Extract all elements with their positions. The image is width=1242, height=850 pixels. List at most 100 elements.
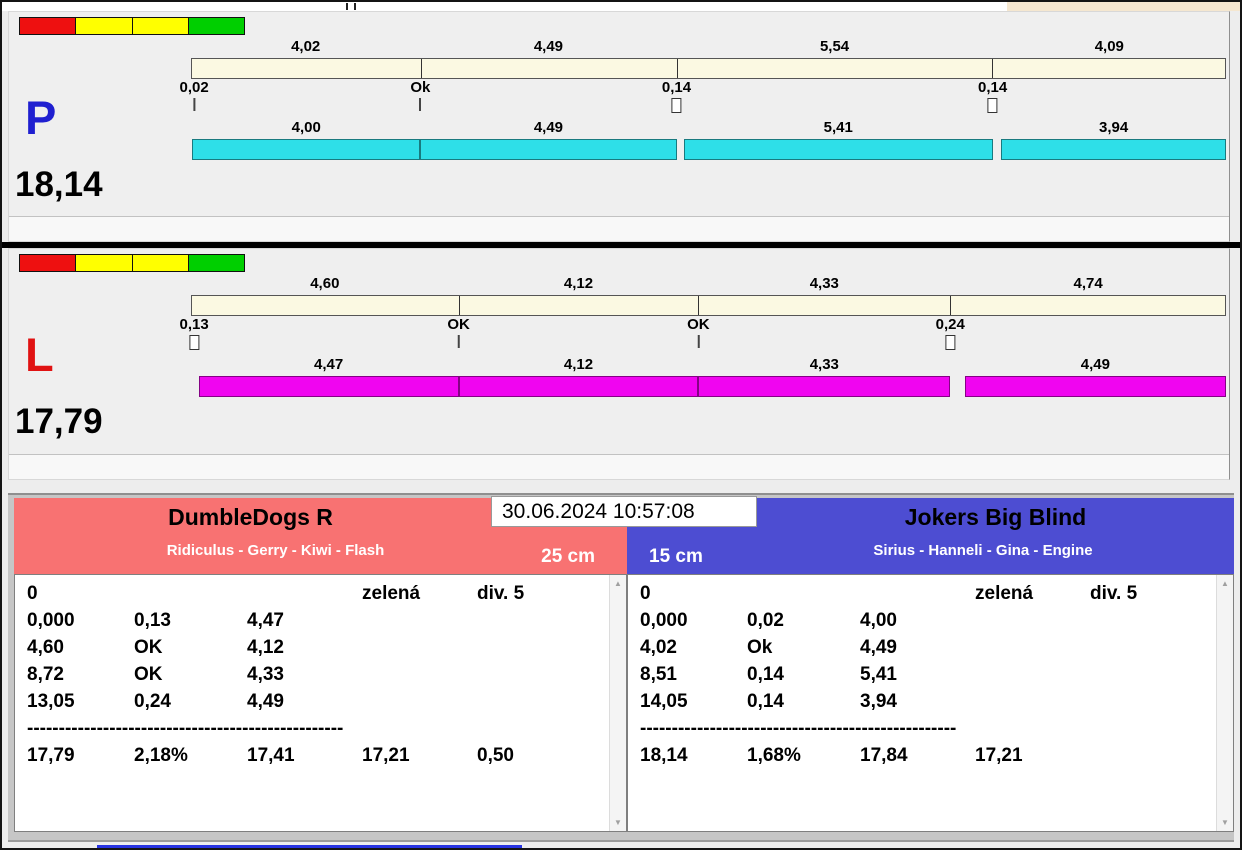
log-separator: ----------------------------------------…: [640, 718, 957, 739]
clean-split-labels: 4,00 4,49 5,41 3,94: [191, 119, 1226, 137]
log-cell: 3,94: [860, 691, 897, 712]
log-row: 8,51 0,14 5,41: [640, 664, 1233, 691]
lane-panel-l: L 17,79 4,60 4,12 4,33 4,74 0,13 OK OK 0…: [8, 248, 1230, 480]
app-window: P 18,14 4,02 4,49 5,54 4,09 0,02 Ok 0,14…: [0, 0, 1242, 850]
log-summary-row: 18,14 1,68% 17,84 17,21: [640, 745, 1233, 772]
log-cell: [477, 610, 626, 637]
titlebar-tick: [354, 3, 356, 10]
panel-footer-strip: [9, 216, 1229, 241]
log-cell: 4,49: [247, 691, 284, 712]
log-cell: 4,33: [247, 664, 284, 685]
split-time-label: 4,47: [313, 356, 344, 373]
log-cell: 17,79: [27, 745, 75, 766]
panel-footer-strip: [9, 454, 1229, 479]
log-cell: 2,18%: [134, 745, 188, 766]
log-cell: [1090, 691, 1233, 718]
team-panel-right: Jokers Big Blind Sirius - Hanneli - Gina…: [627, 498, 1234, 832]
log-cell: 0,14: [747, 691, 784, 712]
team-height-class: 25 cm: [541, 546, 595, 567]
log-cell: zelená: [362, 583, 421, 604]
actual-bar-segment: [192, 296, 459, 315]
log-cell: [362, 610, 477, 637]
lane-total-time: 18,14: [15, 165, 103, 204]
log-row: 0,000 0,02 4,00: [640, 610, 1233, 637]
run-log-right[interactable]: 0 zelená div. 5 0,000 0,02 4,00 4,02 Ok 4,49 8,51…: [627, 574, 1234, 832]
fault-mark-glyph: [193, 98, 196, 111]
datetime-display: 30.06.2024 10:57:08: [491, 496, 757, 527]
log-cell: 18,14: [640, 745, 688, 766]
scroll-down-icon[interactable]: ▼: [1217, 814, 1233, 831]
split-time-label: 5,41: [823, 119, 853, 136]
split-time-label: 4,60: [310, 275, 340, 292]
fault-mark-glyph: [189, 335, 200, 350]
log-cell: 4,60: [27, 637, 64, 658]
split-time-label: 4,74: [1073, 275, 1103, 292]
clean-split-labels: 4,47 4,12 4,33 4,49: [191, 356, 1226, 374]
log-cell: OK: [134, 637, 163, 658]
split-time-label: 5,54: [819, 38, 850, 55]
scroll-up-icon[interactable]: ▲: [610, 575, 626, 592]
log-row: 4,02 Ok 4,49: [640, 637, 1233, 664]
log-row: 4,60 OK 4,12: [27, 637, 626, 664]
split-time-label: 4,49: [533, 119, 564, 136]
actual-bar-segment: [698, 296, 949, 315]
split-time-label: 4,33: [809, 356, 839, 373]
log-cell: 0,13: [134, 610, 171, 631]
log-summary-row: 17,79 2,18% 17,41 17,21 0,50: [27, 745, 626, 772]
split-time-label: 4,33: [809, 275, 839, 292]
clean-bar-segment: [964, 376, 1226, 397]
log-cell: [477, 664, 626, 691]
log-cell: 4,12: [247, 637, 284, 658]
log-cell: 5,41: [860, 664, 897, 685]
log-cell: [1090, 664, 1233, 691]
log-cell: zelená: [975, 583, 1034, 604]
actual-bar-segment: [992, 59, 1225, 78]
actual-bar-segment: [420, 59, 677, 78]
log-rows: 0 zelená div. 5 0,000 0,13 4,47 4,60 OK 4,12 8,72…: [27, 583, 626, 718]
split-time-label: 4,12: [563, 275, 594, 292]
team-members: Sirius - Hanneli - Gina - Engine: [873, 542, 1093, 559]
log-cell: 0: [27, 583, 38, 604]
fault-mark: Ok: [410, 79, 430, 111]
log-row: 13,05 0,24 4,49: [27, 691, 626, 718]
run-log-left[interactable]: 0 zelená div. 5 0,000 0,13 4,47 4,60 OK 4,12 8,72…: [14, 574, 627, 832]
log-cell: 4,49: [860, 637, 897, 658]
log-cell: [975, 637, 1090, 664]
vertical-scrollbar[interactable]: ▲ ▼: [609, 575, 626, 831]
fault-mark: 0,14: [978, 79, 1007, 113]
scroll-up-icon[interactable]: ▲: [1217, 575, 1233, 592]
log-row: 14,05 0,14 3,94: [640, 691, 1233, 718]
log-cell: [747, 583, 860, 610]
log-cell: 4,47: [247, 610, 284, 631]
fault-marks-row: 0,02 Ok 0,14 0,14: [179, 79, 1226, 117]
scroll-down-icon[interactable]: ▼: [610, 814, 626, 831]
log-row: 0 zelená div. 5: [27, 583, 626, 610]
results-footer: DumbleDogs R Ridiculus - Gerry - Kiwi - …: [8, 493, 1234, 842]
team-height-class: 15 cm: [649, 546, 703, 567]
log-cell: [362, 691, 477, 718]
status-light-red: [20, 18, 77, 34]
log-row: 8,72 OK 4,33: [27, 664, 626, 691]
fault-mark: 0,13: [179, 316, 209, 350]
log-cell: 0,24: [134, 691, 171, 712]
fault-mark-label: 0,13: [179, 316, 209, 333]
vertical-scrollbar[interactable]: ▲ ▼: [1216, 575, 1233, 831]
clean-bar-segment: [420, 139, 677, 160]
fault-mark-glyph: [457, 335, 460, 348]
status-light-yellow-1: [76, 255, 133, 271]
log-row: 0 zelená div. 5: [640, 583, 1233, 610]
clean-time-bar: [191, 139, 1226, 160]
team-members: Ridiculus - Gerry - Kiwi - Flash: [166, 542, 385, 559]
log-cell: 17,21: [975, 745, 1023, 766]
fault-mark-glyph: [671, 98, 682, 113]
actual-time-bar: [191, 58, 1226, 79]
fault-mark-label: OK: [687, 316, 710, 333]
status-light-yellow-2: [132, 255, 189, 271]
log-rows: 0 zelená div. 5 0,000 0,02 4,00 4,02 Ok 4,49 8,51…: [640, 583, 1233, 718]
log-cell: [1090, 610, 1233, 637]
log-cell: OK: [134, 664, 163, 685]
log-cell: [477, 691, 626, 718]
titlebar: [2, 2, 1240, 11]
fault-mark-label: 0,24: [935, 316, 965, 333]
log-cell: 0,000: [27, 610, 75, 631]
